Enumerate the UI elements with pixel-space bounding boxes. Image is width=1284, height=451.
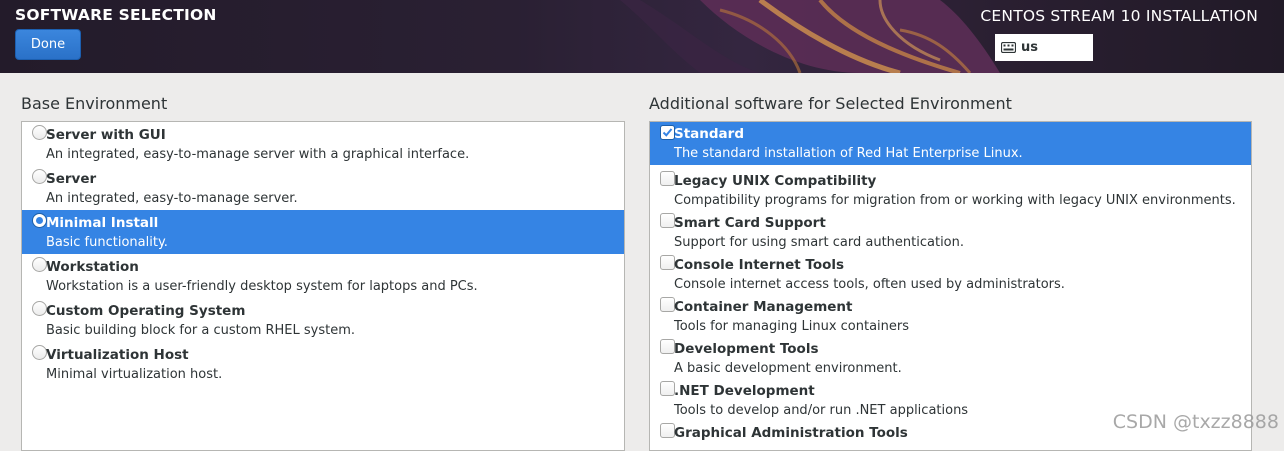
watermark-text: CSDN @txzz8888 [1112,411,1279,433]
addon-item-console-internet-tools[interactable]: Console Internet Tools Console internet … [650,255,1251,297]
item-name: Graphical Administration Tools [674,425,908,441]
item-description: An integrated, easy-to-manage server. [46,191,298,206]
item-description: Minimal virtualization host. [46,367,223,382]
base-environment-list: Server with GUI An integrated, easy-to-m… [21,121,625,451]
item-name: Server with GUI [46,127,166,143]
item-description: The standard installation of Red Hat Ent… [674,146,1023,161]
item-description: A basic development environment. [674,361,902,376]
checkbox[interactable] [660,255,675,270]
item-description: An integrated, easy-to-manage server wit… [46,147,470,162]
base-env-item-minimal-install[interactable]: Minimal Install Basic functionality. [22,210,624,254]
checkbox[interactable] [660,297,675,312]
checkbox[interactable] [660,423,675,438]
base-env-item-server-with-gui[interactable]: Server with GUI An integrated, easy-to-m… [22,122,624,166]
item-description: Support for using smart card authenticat… [674,235,965,250]
keyboard-layout-indicator[interactable]: us [995,34,1093,61]
checkbox[interactable] [660,213,675,228]
addon-item-container-management[interactable]: Container Management Tools for managing … [650,297,1251,339]
item-name: Virtualization Host [46,347,189,363]
base-env-item-server[interactable]: Server An integrated, easy-to-manage ser… [22,166,624,210]
page-title: SOFTWARE SELECTION [15,6,217,24]
checkmark-icon [662,128,673,137]
item-name: Standard [674,126,744,142]
item-name: Console Internet Tools [674,257,845,273]
checkbox[interactable] [660,381,675,396]
radio-button[interactable] [32,125,47,140]
additional-software-title: Additional software for Selected Environ… [649,94,1012,113]
item-name: Development Tools [674,341,819,357]
item-description: Basic building block for a custom RHEL s… [46,323,356,338]
item-description: Compatibility programs for migration fro… [674,193,1236,208]
checkbox[interactable] [660,171,675,186]
keyboard-layout-label: us [1021,40,1038,55]
radio-button[interactable] [32,345,47,360]
item-name: Workstation [46,259,139,275]
checkbox-checked[interactable] [660,125,675,140]
item-description: Tools to develop and/or run .NET applica… [674,403,969,418]
base-env-item-custom-os[interactable]: Custom Operating System Basic building b… [22,298,624,342]
item-name: Container Management [674,299,853,315]
base-env-item-virtualization-host[interactable]: Virtualization Host Minimal virtualizati… [22,342,624,386]
done-button[interactable]: Done [15,29,81,60]
item-name: .NET Development [674,383,815,399]
item-name: Custom Operating System [46,303,246,319]
item-description: Console internet access tools, often use… [674,277,1065,292]
keyboard-icon [1001,42,1016,53]
product-title: CENTOS STREAM 10 INSTALLATION [980,7,1258,25]
radio-button[interactable] [32,169,47,184]
radio-button[interactable] [32,301,47,316]
checkbox[interactable] [660,339,675,354]
additional-software-list: Standard The standard installation of Re… [649,121,1252,451]
item-description: Basic functionality. [46,235,168,250]
radio-button[interactable] [32,257,47,272]
addon-item-development-tools[interactable]: Development Tools A basic development en… [650,339,1251,381]
addon-item-smart-card[interactable]: Smart Card Support Support for using sma… [650,213,1251,255]
radio-button-selected[interactable] [32,213,47,228]
base-env-item-workstation[interactable]: Workstation Workstation is a user-friend… [22,254,624,298]
item-name: Server [46,171,97,187]
item-description: Tools for managing Linux containers [674,319,910,334]
header-bar: SOFTWARE SELECTION Done CENTOS STREAM 10… [0,0,1284,73]
item-name: Minimal Install [46,215,159,231]
base-environment-title: Base Environment [21,94,168,113]
addon-item-standard[interactable]: Standard The standard installation of Re… [650,122,1251,165]
addon-item-legacy-unix[interactable]: Legacy UNIX Compatibility Compatibility … [650,171,1251,213]
item-name: Legacy UNIX Compatibility [674,173,877,189]
item-description: Workstation is a user-friendly desktop s… [46,279,478,294]
item-name: Smart Card Support [674,215,826,231]
